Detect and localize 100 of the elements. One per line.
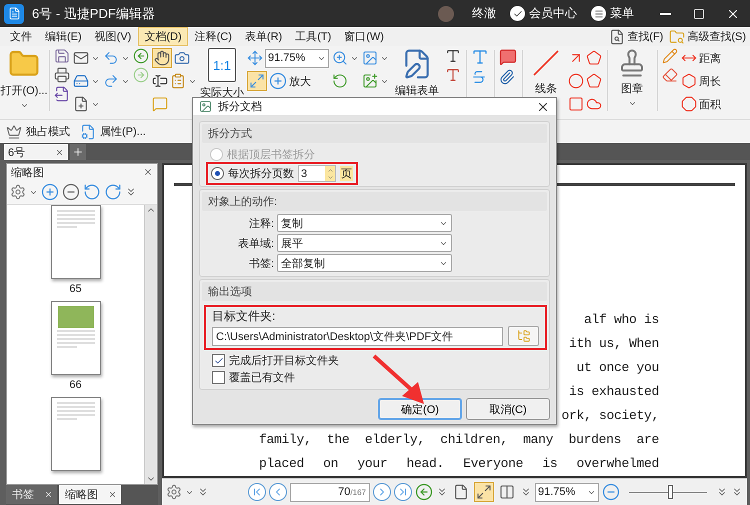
previous-page-button[interactable] (269, 483, 287, 501)
rectangle-tool-icon[interactable] (568, 96, 584, 112)
folder-path-field[interactable]: C:\Users\Administrator\Desktop\文件夹\PDF文件 (212, 326, 503, 346)
back-icon[interactable] (133, 48, 149, 64)
fit-width-button[interactable] (247, 71, 267, 91)
page-thumbnail[interactable] (50, 397, 100, 471)
export-icon[interactable] (54, 86, 70, 102)
view-mode-button[interactable] (474, 482, 494, 502)
dialog-button[interactable]: 取消(C) (466, 398, 550, 420)
actual-size-button[interactable]: 实际大小 (200, 85, 244, 100)
zoom-out-icon[interactable] (62, 183, 80, 201)
settings-icon[interactable] (166, 484, 182, 500)
more-icon[interactable] (731, 486, 743, 498)
more-icon[interactable] (125, 186, 137, 198)
text-tool-icon[interactable] (471, 48, 489, 66)
text-field-icon[interactable] (445, 48, 461, 64)
rotate-right-icon[interactable] (104, 183, 122, 201)
first-page-button[interactable] (248, 483, 266, 501)
camera-icon[interactable] (174, 50, 190, 66)
close-icon[interactable] (55, 148, 64, 156)
measure-button[interactable]: 距离 (699, 50, 721, 66)
checkbox[interactable] (212, 371, 225, 384)
menu-item[interactable]: 窗口(W) (338, 27, 390, 46)
zoom-in-icon[interactable] (41, 183, 59, 201)
more-icon[interactable] (520, 486, 532, 498)
paperclip-icon[interactable] (499, 69, 515, 85)
search-link[interactable]: 高级查找(S) (687, 29, 746, 44)
eraser-icon[interactable] (662, 67, 678, 83)
more-icon[interactable] (436, 486, 448, 498)
new-file-icon[interactable] (73, 96, 89, 112)
menu-item[interactable]: 编辑(E) (39, 27, 88, 46)
pentagon-icon[interactable] (586, 73, 602, 89)
menu-item[interactable]: 注释(C) (188, 27, 238, 46)
dropdown-field[interactable]: 全部复制 (277, 254, 452, 272)
printer-icon[interactable] (54, 67, 70, 83)
menu-link[interactable]: 菜单 (610, 5, 634, 22)
panel-tab[interactable]: 书签 (6, 485, 57, 504)
close-icon[interactable] (108, 490, 117, 499)
menu-item[interactable]: 工具(T) (289, 27, 338, 46)
pencil-icon[interactable] (662, 48, 678, 64)
save-icon[interactable] (54, 48, 70, 64)
member-center-link[interactable]: 会员中心 (529, 5, 577, 22)
document-tab[interactable]: 6号 (4, 144, 68, 160)
panel-tab[interactable]: 缩略图 (59, 485, 121, 504)
new-tab-button[interactable] (70, 144, 86, 160)
hand-tool-button[interactable] (152, 48, 172, 68)
zoom-in-icon[interactable] (269, 72, 287, 90)
settings-icon[interactable] (10, 184, 26, 200)
search-icon[interactable] (609, 28, 626, 44)
rotate-left-icon[interactable] (83, 183, 101, 201)
edit-form-button[interactable]: 编辑表单 (395, 83, 439, 98)
mail-icon[interactable] (73, 50, 89, 66)
text-box-icon[interactable] (445, 67, 461, 83)
checkbox[interactable] (212, 354, 225, 367)
rotate-icon[interactable] (332, 73, 348, 89)
back-icon[interactable] (415, 483, 433, 501)
properties-icon[interactable] (80, 124, 96, 140)
dropdown-field[interactable]: 展平 (277, 234, 452, 252)
undo-icon[interactable] (103, 50, 119, 66)
menu-item[interactable]: 文件 (4, 27, 38, 46)
caret-icon[interactable] (628, 99, 636, 108)
circle-tool-icon[interactable] (568, 73, 584, 89)
more-icon[interactable] (197, 486, 209, 498)
last-page-button[interactable] (394, 483, 412, 501)
checkbox-label[interactable]: 完成后打开目标文件夹 (229, 353, 339, 368)
exclusive-mode-button[interactable]: 独占模式 (26, 124, 70, 139)
radio-button[interactable] (211, 167, 224, 180)
image-icon[interactable] (362, 50, 378, 66)
checkbox-label[interactable]: 覆盖已有文件 (229, 370, 295, 385)
add-image-icon[interactable] (362, 73, 378, 89)
menu-item[interactable]: 视图(V) (88, 27, 138, 46)
search-link[interactable]: 查找(F) (627, 29, 664, 44)
pages-spin-field[interactable]: 3 (298, 165, 336, 182)
properties-button[interactable]: 属性(P)... (100, 124, 146, 139)
magnifier-icon[interactable] (332, 50, 348, 66)
measure-button[interactable]: 面积 (699, 96, 721, 112)
clipboard-icon[interactable] (170, 73, 186, 89)
dropdown-field[interactable]: 复制 (277, 214, 452, 232)
zoom-dropdown[interactable]: 91.75% (265, 48, 329, 68)
menu-item[interactable]: 文档(D) (138, 27, 188, 46)
caret-icon[interactable] (20, 101, 28, 110)
zoom-dropdown[interactable]: 91.75% (535, 482, 599, 502)
note-icon[interactable] (499, 48, 517, 66)
open-button[interactable]: 打开(O)... (0, 83, 48, 98)
page-thumbnail[interactable] (50, 205, 100, 279)
zoom-out-icon[interactable] (602, 483, 620, 501)
line-tool-button[interactable]: 线条 (535, 81, 557, 96)
cloud-icon[interactable] (586, 96, 602, 112)
slider-thumb[interactable] (668, 485, 673, 499)
menu-icon[interactable] (591, 6, 606, 21)
scrollbar[interactable] (144, 205, 157, 484)
text-select-icon[interactable] (152, 73, 168, 89)
page-number-field[interactable]: 70/167 (290, 482, 370, 502)
user-name[interactable]: 终澈 (472, 5, 496, 22)
actual-size-icon[interactable]: 1:1 (208, 48, 236, 82)
measure-button[interactable]: 周长 (699, 74, 721, 88)
redo-icon[interactable] (103, 73, 119, 89)
more-icon[interactable] (716, 486, 728, 498)
stamp-button[interactable]: 图章 (621, 81, 643, 96)
dialog-button[interactable]: 确定(O) (378, 398, 462, 420)
